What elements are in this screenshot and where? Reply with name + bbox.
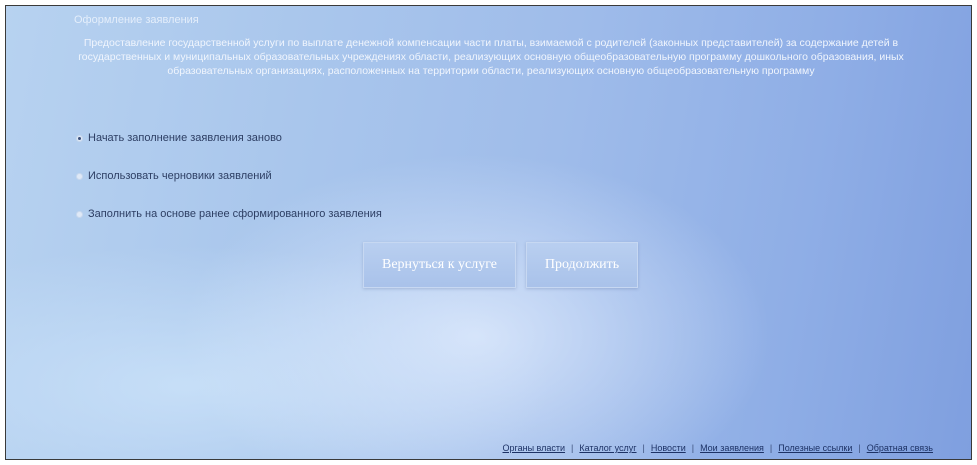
footer-separator: | (571, 443, 574, 453)
footer-nav: Органы власти | Каталог услуг | Новости … (503, 443, 934, 453)
continue-button[interactable]: Продолжить (526, 242, 638, 288)
footer-separator: | (858, 443, 861, 453)
radio-checked-icon[interactable] (76, 134, 83, 142)
radio-unchecked-icon[interactable] (76, 172, 83, 180)
footer-link-useful-links[interactable]: Полезные ссылки (778, 443, 852, 453)
footer-separator: | (769, 443, 773, 453)
action-buttons: Вернуться к услуге Продолжить (363, 242, 638, 288)
option-use-drafts[interactable]: Использовать черновики заявлений (76, 168, 382, 184)
footer-separator: | (642, 443, 645, 453)
option-start-new[interactable]: Начать заполнение заявления заново (76, 130, 382, 146)
footer-link-authorities[interactable]: Органы власти (503, 443, 566, 453)
footer-link-feedback[interactable]: Обратная связь (867, 443, 933, 453)
start-options-group: Начать заполнение заявления заново Испол… (76, 130, 382, 222)
option-label: Начать заполнение заявления заново (88, 132, 282, 144)
option-label: Использовать черновики заявлений (88, 170, 272, 182)
footer-link-catalog[interactable]: Каталог услуг (579, 443, 636, 453)
footer-link-news[interactable]: Новости (651, 443, 686, 453)
section-title: Оформление заявления (74, 14, 199, 26)
footer-link-my-applications[interactable]: Мои заявления (700, 443, 764, 453)
page-frame: Оформление заявления Предоставление госу… (5, 5, 972, 460)
radio-unchecked-icon[interactable] (76, 210, 83, 218)
footer-separator: | (691, 443, 695, 453)
option-label: Заполнить на основе ранее сформированног… (88, 208, 382, 220)
service-description: Предоставление государственной услуги по… (78, 37, 904, 77)
back-to-service-button[interactable]: Вернуться к услуге (363, 242, 516, 288)
option-from-previous[interactable]: Заполнить на основе ранее сформированног… (76, 206, 382, 222)
